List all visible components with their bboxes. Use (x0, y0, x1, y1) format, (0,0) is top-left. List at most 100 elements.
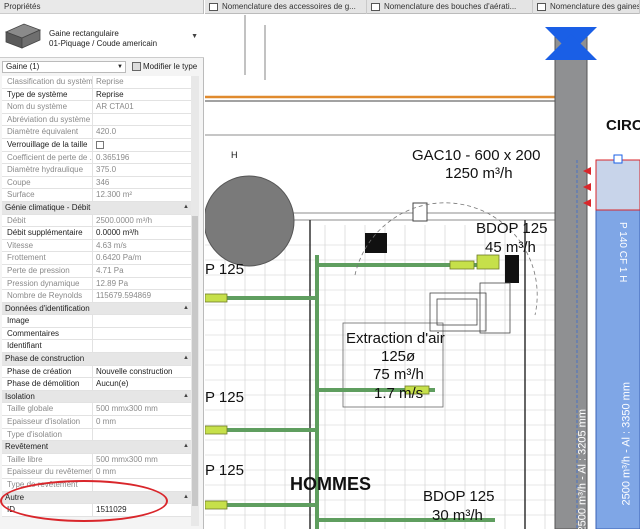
property-name: ID (2, 504, 93, 516)
property-value[interactable]: 0.0000 m³/h (93, 227, 192, 239)
schedule-icon (209, 3, 218, 11)
property-name: Taille globale (2, 403, 93, 416)
property-row[interactable]: Image (2, 315, 192, 328)
property-name: Verrouillage de la taille (2, 138, 93, 151)
property-row: Coupe 346 (2, 176, 192, 190)
property-name: Image (2, 315, 93, 327)
drawing-canvas[interactable]: GAC10 - 600 x 200 1250 m³/h BDOP 125 45 … (205, 15, 640, 529)
property-row[interactable]: Verrouillage de la taille (2, 138, 192, 152)
property-name: Type d'isolation (2, 428, 93, 441)
property-name: Classification du système (2, 76, 93, 88)
property-row[interactable]: Phase de démolition Aucun(e) (2, 378, 192, 391)
property-name: Epaisseur d'isolation (2, 416, 93, 428)
tab-nomenclature-bouches[interactable]: Nomenclature des bouches d'aérati... (367, 0, 533, 14)
property-row: Type de revêtement (2, 479, 192, 492)
property-value[interactable] (93, 328, 192, 340)
air-terminal-flow-1: 45 m³/h (485, 239, 536, 256)
duct-vertical-label-3: P 140 CF 1 H (617, 222, 628, 283)
extraction-velocity: 1.7 m/s (374, 385, 424, 402)
property-value: 0 mm (96, 467, 116, 477)
checkbox[interactable] (96, 140, 104, 149)
property-name: Type de revêtement (2, 479, 93, 491)
property-row[interactable]: Identifiant (2, 340, 192, 354)
property-row: Frottement 0.6420 Pa/m (2, 252, 192, 265)
property-value: 115679.594869 (96, 291, 152, 301)
property-row[interactable]: Phase de création Nouvelle construction (2, 365, 192, 379)
property-section-header[interactable]: Phase de construction ▲ (2, 353, 192, 366)
properties-panel: Propriétés Gaine rectangulaire 01-Piquag… (0, 0, 204, 529)
property-value[interactable] (93, 340, 192, 352)
property-value: 4.71 Pa (96, 265, 124, 275)
room-label-hommes: HOMMES (290, 474, 371, 494)
duct-label-gac-flow: 1250 m³/h (445, 165, 513, 182)
property-name: Surface (2, 189, 93, 201)
property-row: Diamètre équivalent 420.0 (2, 126, 192, 139)
property-name: Epaisseur du revêtement (2, 466, 93, 478)
small-label-h: H (231, 150, 238, 160)
properties-scrollbar[interactable] (191, 76, 199, 526)
property-row: Débit 2500.0000 m³/h (2, 214, 192, 228)
section-title: Autre (5, 492, 25, 502)
property-name: Phase de démolition (2, 378, 93, 390)
duct-vertical-label-1: 2500 m³/h - Al : 3205 mm (576, 409, 589, 529)
property-row: Nombre de Reynolds 115679.594869 (2, 290, 192, 303)
property-value: Reprise (96, 77, 124, 86)
property-row: Perte de pression 4.71 Pa (2, 264, 192, 278)
section-title: Revêtement (5, 442, 49, 452)
property-value: 2500.0000 m³/h (96, 215, 153, 225)
property-section-header[interactable]: Génie climatique - Débit ▲ (2, 201, 192, 215)
property-value[interactable] (93, 315, 192, 327)
floor-plan (205, 15, 640, 529)
property-row: Taille libre 500 mmx300 mm (2, 453, 192, 467)
column-circle (205, 175, 295, 267)
tab-nomenclature-accessoires[interactable]: Nomenclature des accessoires de g... (205, 0, 367, 14)
property-value[interactable]: 1511029 (93, 504, 192, 516)
instance-filter-dropdown[interactable]: Gaine (1) ▼ (2, 61, 126, 73)
property-value[interactable]: Nouvelle construction (93, 366, 192, 378)
scrollbar-thumb[interactable] (192, 216, 198, 506)
property-row[interactable]: ID 1511029 (2, 504, 192, 517)
property-value[interactable] (93, 139, 192, 151)
property-value: 12.300 m² (96, 190, 133, 200)
property-section-header[interactable]: Données d'identification ▲ (2, 302, 192, 316)
property-name: Taille libre (2, 453, 93, 466)
property-value: 12.89 Pa (96, 278, 129, 288)
property-row[interactable]: Débit supplémentaire 0.0000 m³/h (2, 227, 192, 240)
property-row[interactable]: Type de système Reprise (2, 88, 192, 102)
property-row[interactable]: Commentaires (2, 327, 192, 341)
property-name: Diamètre hydraulique (2, 164, 93, 176)
edit-type-button[interactable]: Modifier le type (132, 62, 197, 71)
room-label-circ: CIRC (606, 117, 640, 134)
tab-nomenclature-gaines[interactable]: Nomenclature des gaines (533, 0, 640, 14)
property-value: 4.63 m/s (96, 240, 127, 250)
duct-label-gac: GAC10 - 600 x 200 (412, 147, 541, 164)
property-name: Coupe (2, 176, 93, 189)
property-section-header[interactable]: Isolation ▲ (2, 390, 192, 404)
edit-type-label: Modifier le type (143, 62, 198, 71)
property-name: Débit (2, 214, 93, 227)
tab-label: Nomenclature des gaines (550, 2, 640, 11)
partial-label-1: P 125 (205, 261, 244, 278)
property-row: Classification du système Reprise (2, 76, 192, 89)
property-name: Nombre de Reynolds (2, 290, 93, 302)
edit-type-icon (132, 62, 141, 71)
property-value[interactable]: Reprise (93, 89, 192, 101)
property-value[interactable]: Aucun(e) (93, 378, 192, 390)
type-selector[interactable]: Gaine rectangulaire 01-Piquage / Coude a… (0, 14, 204, 58)
schedule-icon (537, 3, 546, 11)
property-name: Type de système (2, 88, 93, 101)
property-value: 0 mm (96, 417, 116, 427)
type-family: Gaine rectangulaire (49, 29, 119, 38)
property-row: Nom du système AR CTA01 (2, 101, 192, 114)
property-value: 0.365196 (96, 152, 130, 162)
property-name: Identifiant (2, 340, 93, 353)
property-name: Diamètre équivalent (2, 126, 93, 138)
property-row: Pression dynamique 12.89 Pa (2, 277, 192, 291)
section-title: Données d'identification (5, 303, 90, 313)
property-section-header[interactable]: Autre ▲ (2, 491, 192, 505)
property-row: Type d'isolation (2, 428, 192, 442)
property-row: Epaisseur du revêtement 0 mm (2, 466, 192, 479)
chevron-down-icon[interactable]: ▼ (191, 33, 198, 40)
property-row: Diamètre hydraulique 375.0 (2, 164, 192, 177)
property-section-header[interactable]: Revêtement ▲ (2, 441, 192, 454)
